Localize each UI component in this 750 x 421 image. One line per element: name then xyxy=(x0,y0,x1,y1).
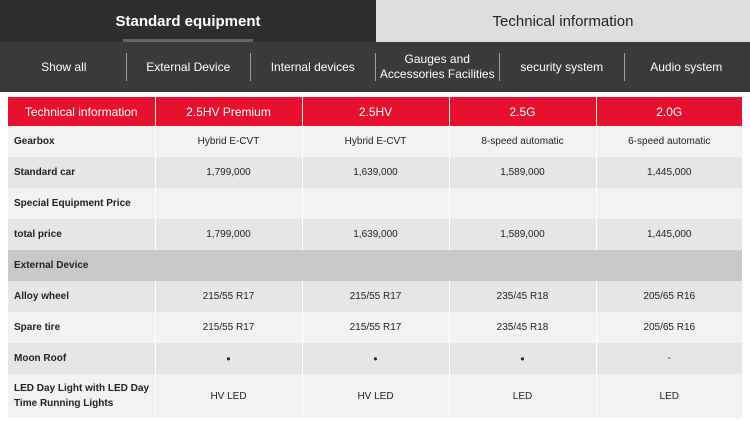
table-cell: 1,639,000 xyxy=(302,219,450,250)
header-2-5hv: 2.5HV xyxy=(302,97,450,126)
table-cell xyxy=(449,188,597,219)
table-cell: 215/55 R17 xyxy=(155,312,303,343)
table-cell: 6-speed automatic xyxy=(596,126,742,157)
table-row: total price 1,799,000 1,639,000 1,589,00… xyxy=(8,219,742,250)
spec-table-container: Technical information 2.5HV Premium 2.5H… xyxy=(0,92,750,421)
section-header-row: External Device xyxy=(8,250,742,281)
table-cell: 205/65 R16 xyxy=(596,281,742,312)
table-cell: 1,799,000 xyxy=(155,157,303,188)
table-row: Gearbox Hybrid E-CVT Hybrid E-CVT 8-spee… xyxy=(8,126,742,157)
row-label: Moon Roof xyxy=(8,343,156,374)
nav-internal-devices[interactable]: Internal devices xyxy=(251,53,375,81)
table-row: Alloy wheel 215/55 R17 215/55 R17 235/45… xyxy=(8,281,742,312)
table-cell: HV LED xyxy=(155,374,303,418)
table-cell: LED xyxy=(449,374,597,418)
header-2-5hv-premium: 2.5HV Premium xyxy=(155,97,303,126)
tab-standard-equipment-label: Standard equipment xyxy=(115,12,261,30)
header-technical-information: Technical information xyxy=(8,97,156,126)
nav-gauges-accessories[interactable]: Gauges and Accessories Facilities xyxy=(376,52,500,81)
row-label: Spare tire xyxy=(8,312,156,343)
row-label: Gearbox xyxy=(8,126,156,157)
table-row: LED Day Light with LED Day Time Running … xyxy=(8,374,742,418)
table-cell xyxy=(155,188,303,219)
table-cell: 1,445,000 xyxy=(596,219,742,250)
row-label: total price xyxy=(8,219,156,250)
table-cell: Hybrid E-CVT xyxy=(155,126,303,157)
included-dot: • xyxy=(155,343,303,374)
nav-external-device[interactable]: External Device xyxy=(127,53,251,81)
table-row: Standard car 1,799,000 1,639,000 1,589,0… xyxy=(8,157,742,188)
top-tabs: Standard equipment Technical information xyxy=(0,0,750,42)
header-2-0g: 2.0G xyxy=(596,97,742,126)
table-cell: 215/55 R17 xyxy=(302,312,450,343)
tab-standard-equipment[interactable]: Standard equipment xyxy=(0,0,376,42)
table-header-row: Technical information 2.5HV Premium 2.5H… xyxy=(8,97,742,126)
nav-audio-system[interactable]: Audio system xyxy=(625,53,749,81)
table-row: Moon Roof • • • - xyxy=(8,343,742,374)
table-cell: 1,589,000 xyxy=(449,157,597,188)
category-nav: Show all External Device Internal device… xyxy=(0,42,750,92)
table-cell: LED xyxy=(596,374,742,418)
table-cell: Hybrid E-CVT xyxy=(302,126,450,157)
table-row: Spare tire 215/55 R17 215/55 R17 235/45 … xyxy=(8,312,742,343)
nav-security-system[interactable]: security system xyxy=(500,53,624,81)
section-external-device: External Device xyxy=(8,250,742,281)
table-cell: 1,445,000 xyxy=(596,157,742,188)
table-cell: 215/55 R17 xyxy=(155,281,303,312)
included-dot: • xyxy=(302,343,450,374)
table-cell: 1,799,000 xyxy=(155,219,303,250)
row-label: Standard car xyxy=(8,157,156,188)
table-cell: 235/45 R18 xyxy=(449,281,597,312)
table-cell: 8-speed automatic xyxy=(449,126,597,157)
nav-show-all[interactable]: Show all xyxy=(2,53,126,81)
table-cell: 235/45 R18 xyxy=(449,312,597,343)
table-row: Special Equipment Price xyxy=(8,188,742,219)
table-cell: HV LED xyxy=(302,374,450,418)
row-label: LED Day Light with LED Day Time Running … xyxy=(8,374,156,418)
table-cell: 215/55 R17 xyxy=(302,281,450,312)
table-cell xyxy=(302,188,450,219)
tab-technical-information-label: Technical information xyxy=(492,12,634,30)
table-cell: 1,639,000 xyxy=(302,157,450,188)
table-cell: 1,589,000 xyxy=(449,219,597,250)
tab-technical-information[interactable]: Technical information xyxy=(376,0,750,42)
included-dot: • xyxy=(449,343,597,374)
header-2-5g: 2.5G xyxy=(449,97,597,126)
not-available-dash: - xyxy=(596,343,742,374)
table-cell: 205/65 R16 xyxy=(596,312,742,343)
row-label: Alloy wheel xyxy=(8,281,156,312)
table-cell xyxy=(596,188,742,219)
row-label: Special Equipment Price xyxy=(8,188,156,219)
spec-table: Technical information 2.5HV Premium 2.5H… xyxy=(8,97,742,418)
